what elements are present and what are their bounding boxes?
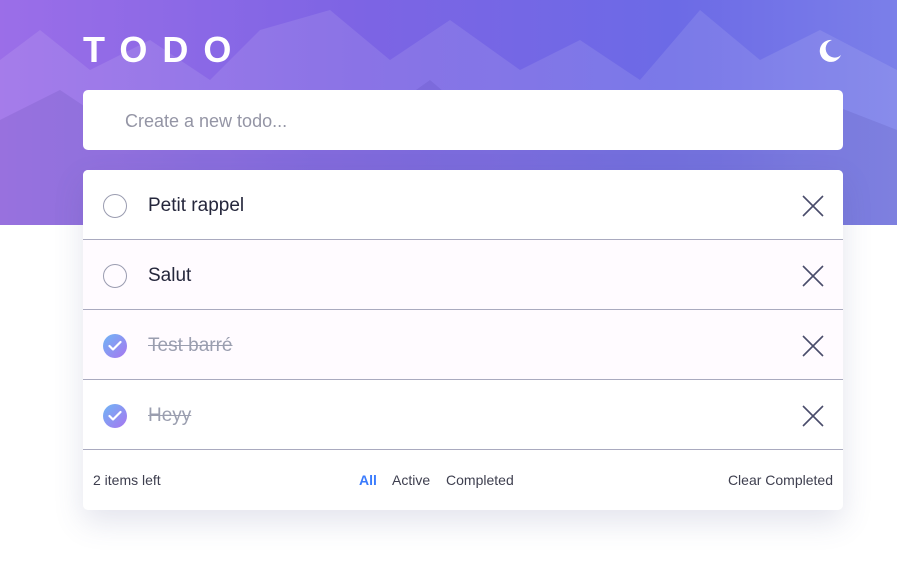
- delete-todo-button[interactable]: [801, 194, 825, 218]
- todo-item: Heyy: [83, 380, 843, 450]
- close-icon: [802, 335, 824, 357]
- filter-completed[interactable]: Completed: [446, 472, 514, 488]
- todo-text[interactable]: Petit rappel: [148, 193, 244, 219]
- filter-group: All Active Completed: [359, 472, 526, 488]
- delete-todo-button[interactable]: [801, 404, 825, 428]
- delete-todo-button[interactable]: [801, 264, 825, 288]
- check-icon: [108, 410, 122, 421]
- todo-checkbox-checked[interactable]: [103, 404, 127, 428]
- todo-text[interactable]: Salut: [148, 263, 191, 289]
- new-todo-container: [83, 90, 843, 152]
- check-icon: [108, 340, 122, 351]
- todo-checkbox[interactable]: [103, 264, 127, 288]
- todo-item: Test barré: [83, 310, 843, 380]
- moon-icon: [819, 39, 841, 62]
- delete-todo-button[interactable]: [801, 334, 825, 358]
- todo-checkbox-checked[interactable]: [103, 334, 127, 358]
- items-left-count: 2 items left: [93, 472, 161, 488]
- close-icon: [802, 265, 824, 287]
- todo-text[interactable]: Test barré: [148, 333, 232, 359]
- todo-item: Petit rappel: [83, 170, 843, 240]
- todo-checkbox[interactable]: [103, 194, 127, 218]
- todo-footer: 2 items left All Active Completed Clear …: [83, 450, 843, 510]
- app-title: TODO: [83, 29, 247, 70]
- close-icon: [802, 195, 824, 217]
- clear-completed-button[interactable]: Clear Completed: [728, 472, 833, 488]
- close-icon: [802, 405, 824, 427]
- filter-active[interactable]: Active: [392, 472, 430, 488]
- todo-text[interactable]: Heyy: [148, 403, 191, 429]
- new-todo-input[interactable]: [123, 90, 827, 152]
- filter-all[interactable]: All: [359, 472, 377, 488]
- theme-toggle-button[interactable]: [814, 36, 844, 66]
- todo-item: Salut: [83, 240, 843, 310]
- todo-list: Petit rappel Salut Test barré Heyy 2 ite…: [83, 170, 843, 510]
